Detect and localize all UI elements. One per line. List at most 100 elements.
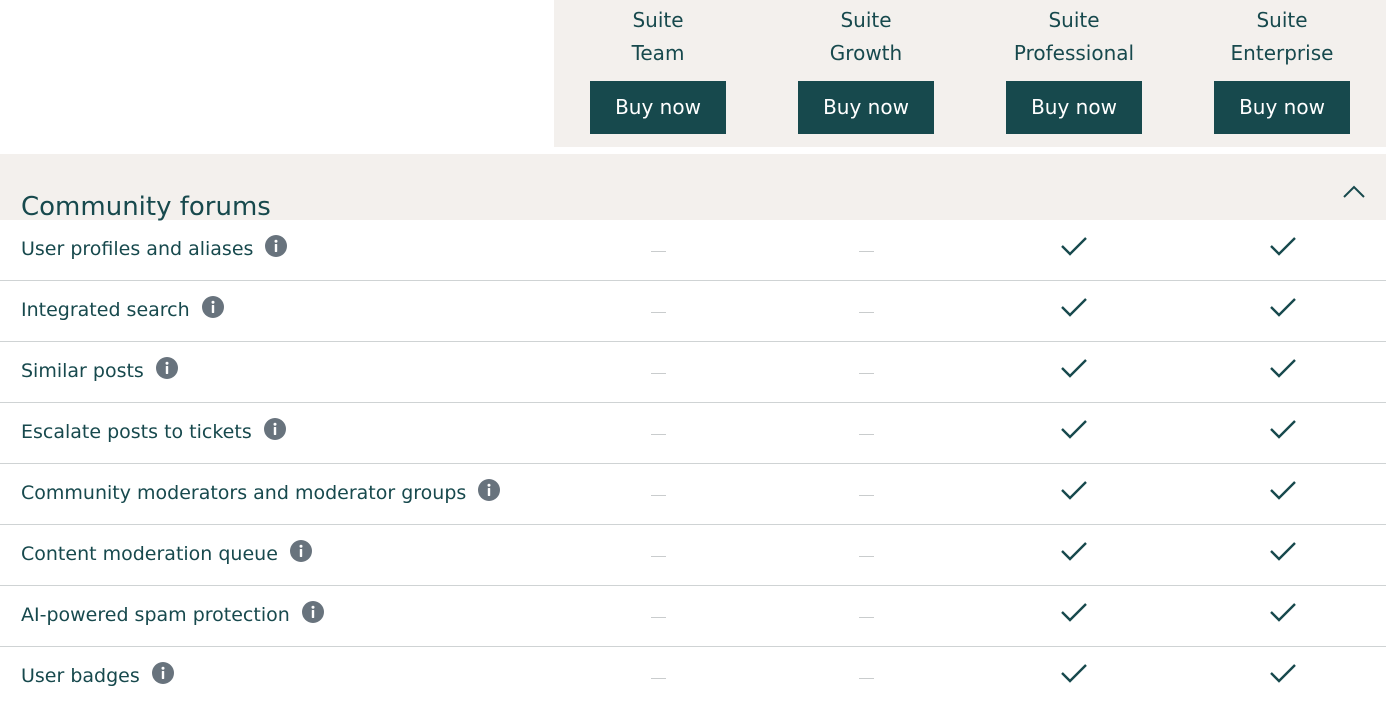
availability-cell (1179, 220, 1386, 280)
buy-now-button-enterprise[interactable]: Buy now (1214, 81, 1350, 134)
not-included-dash-icon (858, 494, 874, 496)
buy-now-button-team[interactable]: Buy now (590, 81, 726, 134)
feature-label-group: Similar posts (21, 357, 178, 383)
availability-cell (762, 525, 970, 585)
checkmark-icon (1270, 298, 1296, 317)
plan-name: Suite Enterprise (1178, 4, 1386, 70)
plan-column-growth: Suite Growth Buy now (762, 0, 970, 147)
feature-row: User profiles and aliases (0, 220, 1386, 281)
plan-name-line2: Enterprise (1230, 41, 1334, 65)
info-icon[interactable] (478, 479, 501, 501)
availability-cell (1179, 464, 1386, 524)
not-included-dash-icon (650, 555, 666, 557)
checkmark-icon (1270, 664, 1296, 683)
availability-cell (554, 464, 762, 524)
feature-row: AI-powered spam protection (0, 586, 1386, 647)
feature-label-group: User badges (21, 662, 174, 688)
availability-cell (970, 342, 1178, 402)
feature-row: Content moderation queue (0, 525, 1386, 586)
feature-label-group: Community moderators and moderator group… (21, 479, 501, 505)
availability-cell (970, 403, 1178, 463)
feature-label-group: Integrated search (21, 296, 224, 322)
availability-cell (970, 525, 1178, 585)
plan-name-line1: Suite (632, 8, 684, 32)
info-icon[interactable] (263, 418, 286, 440)
collapse-section-button[interactable] (1338, 179, 1370, 203)
feature-label: User profiles and aliases (21, 238, 254, 260)
feature-row: Community moderators and moderator group… (0, 464, 1386, 525)
not-included-dash-icon (650, 677, 666, 679)
availability-cell (762, 281, 970, 341)
not-included-dash-icon (858, 311, 874, 313)
checkmark-icon (1061, 664, 1087, 683)
availability-cell (762, 464, 970, 524)
availability-cell (554, 403, 762, 463)
not-included-dash-icon (650, 494, 666, 496)
feature-row: User badges (0, 647, 1386, 707)
feature-label-group: Content moderation queue (21, 540, 312, 566)
info-icon[interactable] (155, 357, 178, 379)
availability-cell (970, 220, 1178, 280)
plan-name-line1: Suite (1048, 8, 1100, 32)
info-icon[interactable] (301, 601, 324, 623)
info-icon[interactable] (201, 296, 224, 318)
checkmark-icon (1270, 237, 1296, 256)
checkmark-icon (1061, 237, 1087, 256)
chevron-up-icon (1343, 185, 1365, 198)
availability-cell (1179, 342, 1386, 402)
not-included-dash-icon (650, 372, 666, 374)
checkmark-icon (1270, 420, 1296, 439)
availability-cell (554, 342, 762, 402)
buy-now-button-professional[interactable]: Buy now (1006, 81, 1142, 134)
not-included-dash-icon (858, 250, 874, 252)
not-included-dash-icon (858, 433, 874, 435)
checkmark-icon (1061, 542, 1087, 561)
info-icon[interactable] (289, 540, 312, 562)
not-included-dash-icon (858, 677, 874, 679)
feature-label: AI-powered spam protection (21, 604, 290, 626)
feature-label: Escalate posts to tickets (21, 421, 252, 443)
plan-name: Suite Growth (762, 4, 970, 70)
plan-name: Suite Professional (970, 4, 1178, 70)
availability-cell (554, 525, 762, 585)
checkmark-icon (1061, 298, 1087, 317)
checkmark-icon (1270, 542, 1296, 561)
not-included-dash-icon (858, 372, 874, 374)
not-included-dash-icon (650, 616, 666, 618)
not-included-dash-icon (650, 311, 666, 313)
checkmark-icon (1270, 603, 1296, 622)
section-header-community-forums[interactable]: Community forums (0, 154, 1386, 222)
checkmark-icon (1061, 481, 1087, 500)
feature-label: Community moderators and moderator group… (21, 482, 467, 504)
availability-cell (970, 464, 1178, 524)
availability-cell (970, 281, 1178, 341)
feature-label-group: AI-powered spam protection (21, 601, 324, 627)
plan-name-line2: Professional (1013, 41, 1135, 65)
plan-name: Suite Team (554, 4, 762, 70)
plan-header-band: Suite Team Buy now Suite Growth Buy now … (554, 0, 1386, 147)
feature-label: Content moderation queue (21, 543, 278, 565)
checkmark-icon (1270, 359, 1296, 378)
not-included-dash-icon (858, 616, 874, 618)
plan-name-line2: Growth (829, 41, 903, 65)
feature-label: User badges (21, 665, 140, 687)
info-icon[interactable] (265, 235, 288, 257)
availability-cell (1179, 586, 1386, 646)
feature-label-group: Escalate posts to tickets (21, 418, 286, 444)
checkmark-icon (1061, 420, 1087, 439)
feature-list: User profiles and aliases Integrated sear… (0, 220, 1386, 707)
plan-column-team: Suite Team Buy now (554, 0, 762, 147)
checkmark-icon (1270, 481, 1296, 500)
availability-cell (554, 586, 762, 646)
feature-label-group: User profiles and aliases (21, 235, 288, 261)
availability-cell (970, 647, 1178, 707)
availability-cell (970, 586, 1178, 646)
availability-cell (762, 220, 970, 280)
availability-cell (762, 586, 970, 646)
info-icon[interactable] (151, 662, 174, 684)
feature-label: Similar posts (21, 360, 144, 382)
availability-cell (762, 403, 970, 463)
availability-cell (554, 220, 762, 280)
feature-label: Integrated search (21, 299, 190, 321)
buy-now-button-growth[interactable]: Buy now (798, 81, 934, 134)
